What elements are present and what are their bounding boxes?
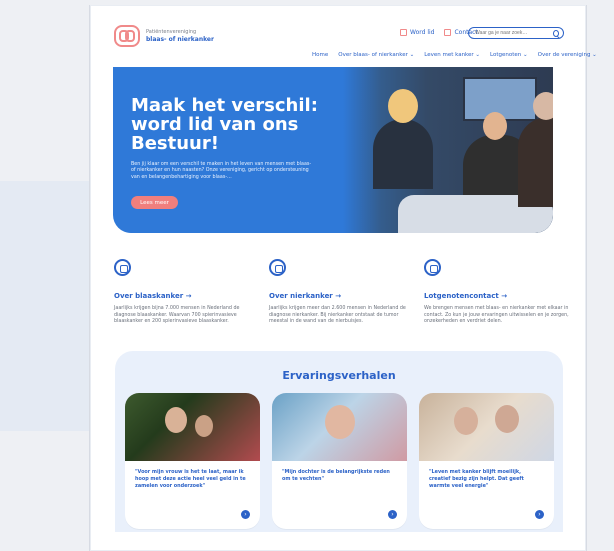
search-box[interactable] [468, 27, 564, 39]
story-photo [125, 393, 260, 461]
arrow-right-icon[interactable]: › [535, 510, 544, 519]
feature-title[interactable]: Over nierkanker → [269, 292, 414, 300]
membership-icon [400, 29, 407, 36]
feature-lotgenotencontact: Lotgenotencontact → We brengen mensen me… [424, 259, 569, 326]
feature-title[interactable]: Lotgenotencontact → [424, 292, 569, 300]
feature-nierkanker: Over nierkanker → Jaarlijks krijgen meer… [269, 259, 414, 326]
main-nav: Home Over blaas- of nierkanker ⌄ Leven m… [312, 52, 597, 58]
story-cards: "Voor mijn vrouw is het te laat, maar ik… [125, 393, 555, 529]
nav-over-vereniging[interactable]: Over de vereniging ⌄ [538, 52, 597, 58]
arrow-right-icon[interactable]: › [388, 510, 397, 519]
site-logo[interactable]: Patiëntenvereniging blaas- of nierkanker [114, 25, 214, 47]
feature-body: Jaarlijks krijgen bijna 7.000 mensen in … [114, 306, 240, 325]
story-quote: "Mijn dochter is de belangrijkste reden … [282, 469, 390, 483]
nav-lotgenoten[interactable]: Lotgenoten ⌄ [490, 52, 528, 58]
search-input[interactable] [473, 29, 550, 37]
story-photo [272, 393, 407, 461]
nav-home[interactable]: Home [312, 52, 328, 58]
photo-person [518, 117, 553, 207]
logo-line-1: Patiëntenvereniging [146, 28, 197, 35]
hero-photo [343, 67, 553, 233]
hero-text: Maak het verschil: word lid van ons Best… [131, 95, 351, 181]
photo-person-head [483, 112, 507, 140]
story-card[interactable]: "Mijn dochter is de belangrijkste reden … [272, 393, 407, 529]
photo-face [495, 405, 519, 433]
photo-person-head [533, 92, 553, 120]
hero-body: Ben jij klaar om een verschil te maken i… [131, 161, 312, 180]
hero-title: Maak het verschil: word lid van ons Best… [131, 95, 318, 154]
feature-blaaskanker: Over blaaskanker → Jaarlijks krijgen bij… [114, 259, 259, 326]
story-photo [419, 393, 554, 461]
util-item-word-lid[interactable]: Word lid [400, 29, 434, 36]
nav-over-kanker[interactable]: Over blaas- of nierkanker ⌄ [338, 52, 414, 58]
hero-banner: Maak het verschil: word lid van ons Best… [113, 67, 553, 233]
logo-mark-icon [114, 25, 140, 47]
kidney-icon [269, 259, 286, 276]
search-icon[interactable] [552, 29, 559, 37]
story-card[interactable]: "Voor mijn vrouw is het te laat, maar ik… [125, 393, 260, 529]
feature-body: We brengen mensen met blaas- en nierkank… [424, 306, 569, 325]
background-panel [0, 181, 89, 431]
logo-text: Patiëntenvereniging blaas- of nierkanker [146, 28, 214, 43]
stories-title: Ervaringsverhalen [282, 369, 396, 382]
nav-leven-met-kanker[interactable]: Leven met kanker ⌄ [424, 52, 480, 58]
site-header: Patiëntenvereniging blaas- of nierkanker… [90, 5, 597, 63]
story-card[interactable]: "Leven met kanker blijft moeilijk, creat… [419, 393, 554, 529]
arrow-right-icon[interactable]: › [241, 510, 250, 519]
util-label: Word lid [410, 29, 435, 36]
stories-section: Ervaringsverhalen "Voor mijn vrouw is he… [115, 351, 563, 532]
contact-icon [444, 29, 452, 36]
photo-face [165, 407, 187, 433]
read-more-button[interactable]: Lees meer [131, 196, 178, 209]
photo-person [373, 119, 433, 189]
logo-line-2: blaas- of nierkanker [146, 35, 214, 43]
feature-title[interactable]: Over blaaskanker → [114, 292, 259, 300]
features-section: Over blaaskanker → Jaarlijks krijgen bij… [114, 259, 569, 344]
photo-face [325, 405, 355, 439]
photo-face [195, 415, 213, 437]
screenshot-frame: Patiëntenvereniging blaas- of nierkanker… [0, 0, 614, 551]
webpage: Patiëntenvereniging blaas- of nierkanker… [89, 5, 597, 551]
story-quote: "Voor mijn vrouw is het te laat, maar ik… [135, 469, 246, 490]
feature-body: Jaarlijks krijgen meer dan 2.600 mensen … [269, 306, 406, 325]
photo-person-head [388, 89, 418, 123]
utility-links: Word lid Contact [400, 29, 478, 36]
community-icon [424, 259, 441, 276]
bladder-icon [114, 259, 131, 276]
photo-face [454, 407, 478, 435]
story-quote: "Leven met kanker blijft moeilijk, creat… [429, 469, 524, 490]
